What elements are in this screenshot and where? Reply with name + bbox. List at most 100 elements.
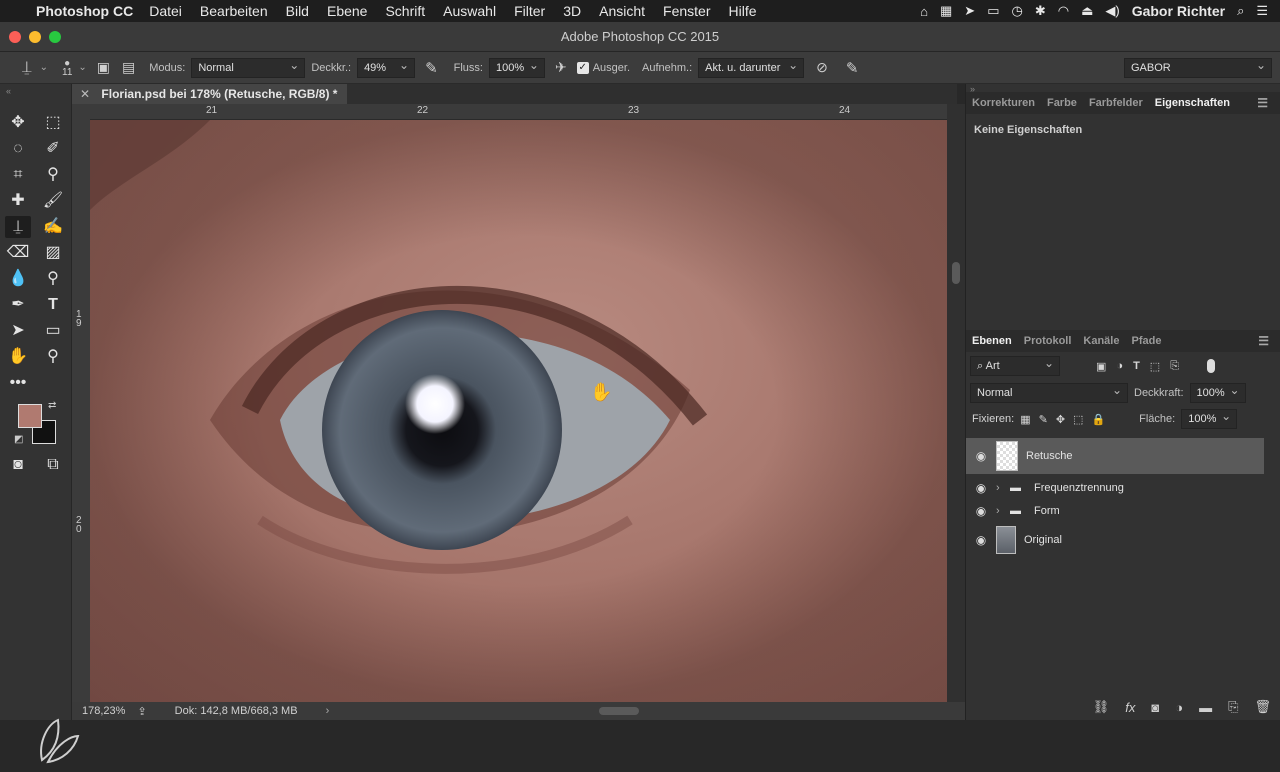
layers-menu-icon[interactable]: ☰	[1258, 334, 1269, 348]
menu-hilfe[interactable]: Hilfe	[729, 3, 757, 19]
foreground-color-swatch[interactable]	[18, 404, 42, 428]
collapse-panels-icon[interactable]: »	[970, 84, 975, 94]
brush-size-indicator[interactable]: ● 11	[62, 58, 72, 77]
clone-stamp-tool-icon[interactable]: ⍊	[5, 216, 31, 238]
visibility-eye-icon[interactable]: ◉	[966, 449, 996, 463]
lock-artboard-icon[interactable]: ⬚	[1073, 413, 1083, 426]
panel-menu-icon[interactable]: ☰	[1257, 96, 1268, 110]
visibility-eye-icon[interactable]: ◉	[966, 481, 996, 495]
menu-bild[interactable]: Bild	[286, 3, 309, 19]
aligned-checkbox[interactable]: ✓	[576, 61, 589, 74]
menu-datei[interactable]: Datei	[149, 3, 182, 19]
time-machine-icon[interactable]: ◷	[1011, 3, 1022, 19]
lock-all-icon[interactable]: 🔒	[1091, 413, 1105, 426]
filter-smartobject-icon[interactable]: ⎘	[1170, 360, 1179, 373]
new-layer-icon[interactable]: ⎘	[1228, 699, 1238, 715]
tab-pfade[interactable]: Pfade	[1131, 335, 1161, 347]
layer-row-original[interactable]: ◉ Original	[966, 524, 1264, 556]
wifi-icon[interactable]: ◠	[1058, 3, 1069, 19]
zoom-level[interactable]: 178,23%	[82, 705, 125, 717]
healing-brush-tool-icon[interactable]: ✚	[5, 190, 31, 212]
battery-icon[interactable]: ▭	[987, 3, 999, 19]
spotlight-icon[interactable]: ⌕	[1237, 3, 1244, 19]
close-window-icon[interactable]	[9, 31, 21, 43]
history-brush-tool-icon[interactable]: ✍	[40, 216, 66, 238]
visibility-eye-icon[interactable]: ◉	[966, 504, 996, 518]
vertical-scroll-thumb[interactable]	[952, 262, 960, 284]
flow-select[interactable]: 100%	[488, 56, 545, 78]
tab-ebenen[interactable]: Ebenen	[972, 335, 1012, 347]
menu-fenster[interactable]: Fenster	[663, 3, 710, 19]
tab-farbfelder[interactable]: Farbfelder	[1089, 97, 1143, 109]
adjustment-layer-icon[interactable]: ◑	[1175, 700, 1183, 715]
move-tool-icon[interactable]: ✥	[5, 112, 31, 134]
default-colors-icon[interactable]: ◩	[14, 434, 23, 445]
keyboard-icon[interactable]: ▦	[940, 3, 952, 19]
airbrush-icon[interactable]: ✈	[555, 59, 567, 76]
horizontal-scroll-thumb[interactable]	[599, 707, 640, 715]
ignore-adjustment-icon[interactable]: ⊘	[816, 59, 828, 76]
tab-farbe[interactable]: Farbe	[1047, 97, 1077, 109]
layer-row-retusche[interactable]: ◉ Retusche	[966, 438, 1264, 474]
layer-filter-select[interactable]: ⌕ Art	[970, 354, 1060, 376]
tab-protokoll[interactable]: Protokoll	[1024, 335, 1072, 347]
menu-auswahl[interactable]: Auswahl	[443, 3, 496, 19]
tab-korrekturen[interactable]: Korrekturen	[972, 97, 1035, 109]
menu-ebene[interactable]: Ebene	[327, 3, 367, 19]
hand-tool-icon[interactable]: ✋	[5, 346, 31, 368]
type-tool-icon[interactable]: T	[40, 294, 66, 316]
pen-tool-icon[interactable]: ✒	[5, 294, 31, 316]
screen-mode-icon[interactable]: ⧉	[40, 454, 66, 476]
menu-schrift[interactable]: Schrift	[385, 3, 425, 19]
menu-filter[interactable]: Filter	[514, 3, 545, 19]
pressure-size-icon[interactable]: ✎	[846, 59, 859, 77]
clone-source-icon[interactable]: ▤	[122, 59, 135, 76]
notification-icon[interactable]: ☰	[1256, 3, 1268, 19]
home-icon[interactable]: ⌂	[920, 4, 928, 19]
eyedropper-tool-icon[interactable]: ⚲	[40, 164, 66, 186]
link-layers-icon[interactable]: ⛓	[1093, 699, 1110, 715]
user-name[interactable]: Gabor Richter	[1132, 3, 1225, 19]
zoom-tool-icon[interactable]: ⚲	[40, 346, 66, 368]
new-group-icon[interactable]: ▬	[1199, 700, 1212, 715]
brush-panel-icon[interactable]: ▣	[97, 59, 110, 76]
bluetooth-icon[interactable]: ✱	[1035, 3, 1046, 19]
layer-row-form[interactable]: ◉ › ▬ Form	[966, 499, 1264, 523]
status-menu-arrow-icon[interactable]: ›	[326, 705, 330, 717]
filter-adjustment-icon[interactable]: ◑	[1116, 360, 1123, 372]
gradient-tool-icon[interactable]: ▨	[40, 242, 66, 264]
close-tab-icon[interactable]: ✕	[80, 87, 90, 101]
rectangle-tool-icon[interactable]: ▭	[40, 320, 66, 342]
filter-shape-icon[interactable]: ⬚	[1150, 360, 1160, 373]
quick-mask-icon[interactable]: ◙	[5, 454, 31, 476]
lock-position-icon[interactable]: ✥	[1056, 413, 1065, 426]
layer-opacity-select[interactable]: 100%	[1189, 381, 1246, 403]
mode-select[interactable]: Normal	[191, 56, 306, 78]
vertical-scrollbar[interactable]	[947, 104, 965, 702]
clone-stamp-icon[interactable]: ⍊	[22, 59, 32, 77]
eraser-tool-icon[interactable]: ⌫	[5, 242, 31, 264]
tab-kanaele[interactable]: Kanäle	[1083, 335, 1119, 347]
eject-icon[interactable]: ⏏	[1081, 3, 1093, 19]
ruler-horizontal[interactable]: 21 22 23 24	[90, 104, 957, 120]
arrows-icon[interactable]: ➤	[964, 3, 975, 19]
crop-tool-icon[interactable]: ⌗	[5, 164, 31, 186]
marquee-tool-icon[interactable]: ⬚	[40, 112, 66, 134]
filter-toggle[interactable]	[1207, 359, 1216, 373]
document-tab[interactable]: ✕ Florian.psd bei 178% (Retusche, RGB/8)…	[72, 84, 348, 104]
delete-layer-icon[interactable]: 🗑	[1254, 699, 1271, 715]
tool-preset-arrow-icon[interactable]: ⌄	[40, 62, 48, 73]
collapse-tools-icon[interactable]: «	[6, 86, 11, 96]
fx-icon[interactable]: fx	[1125, 700, 1135, 715]
dodge-tool-icon[interactable]: ⚲	[40, 268, 66, 290]
layer-row-frequenztrennung[interactable]: ◉ › ▬ Frequenztrennung	[966, 476, 1264, 500]
sample-select[interactable]: Akt. u. darunter	[698, 56, 805, 78]
workspace-select[interactable]: GABOR	[1124, 56, 1272, 78]
filter-type-icon[interactable]: T	[1133, 360, 1140, 372]
ruler-vertical[interactable]: 1 9 2 0	[72, 104, 90, 702]
export-icon[interactable]: ⇪	[137, 705, 146, 718]
brush-tool-icon[interactable]: 🖌	[40, 190, 66, 212]
visibility-eye-icon[interactable]: ◉	[966, 533, 996, 547]
lasso-tool-icon[interactable]: ◌	[5, 138, 31, 160]
blend-mode-select[interactable]: Normal	[970, 381, 1128, 403]
